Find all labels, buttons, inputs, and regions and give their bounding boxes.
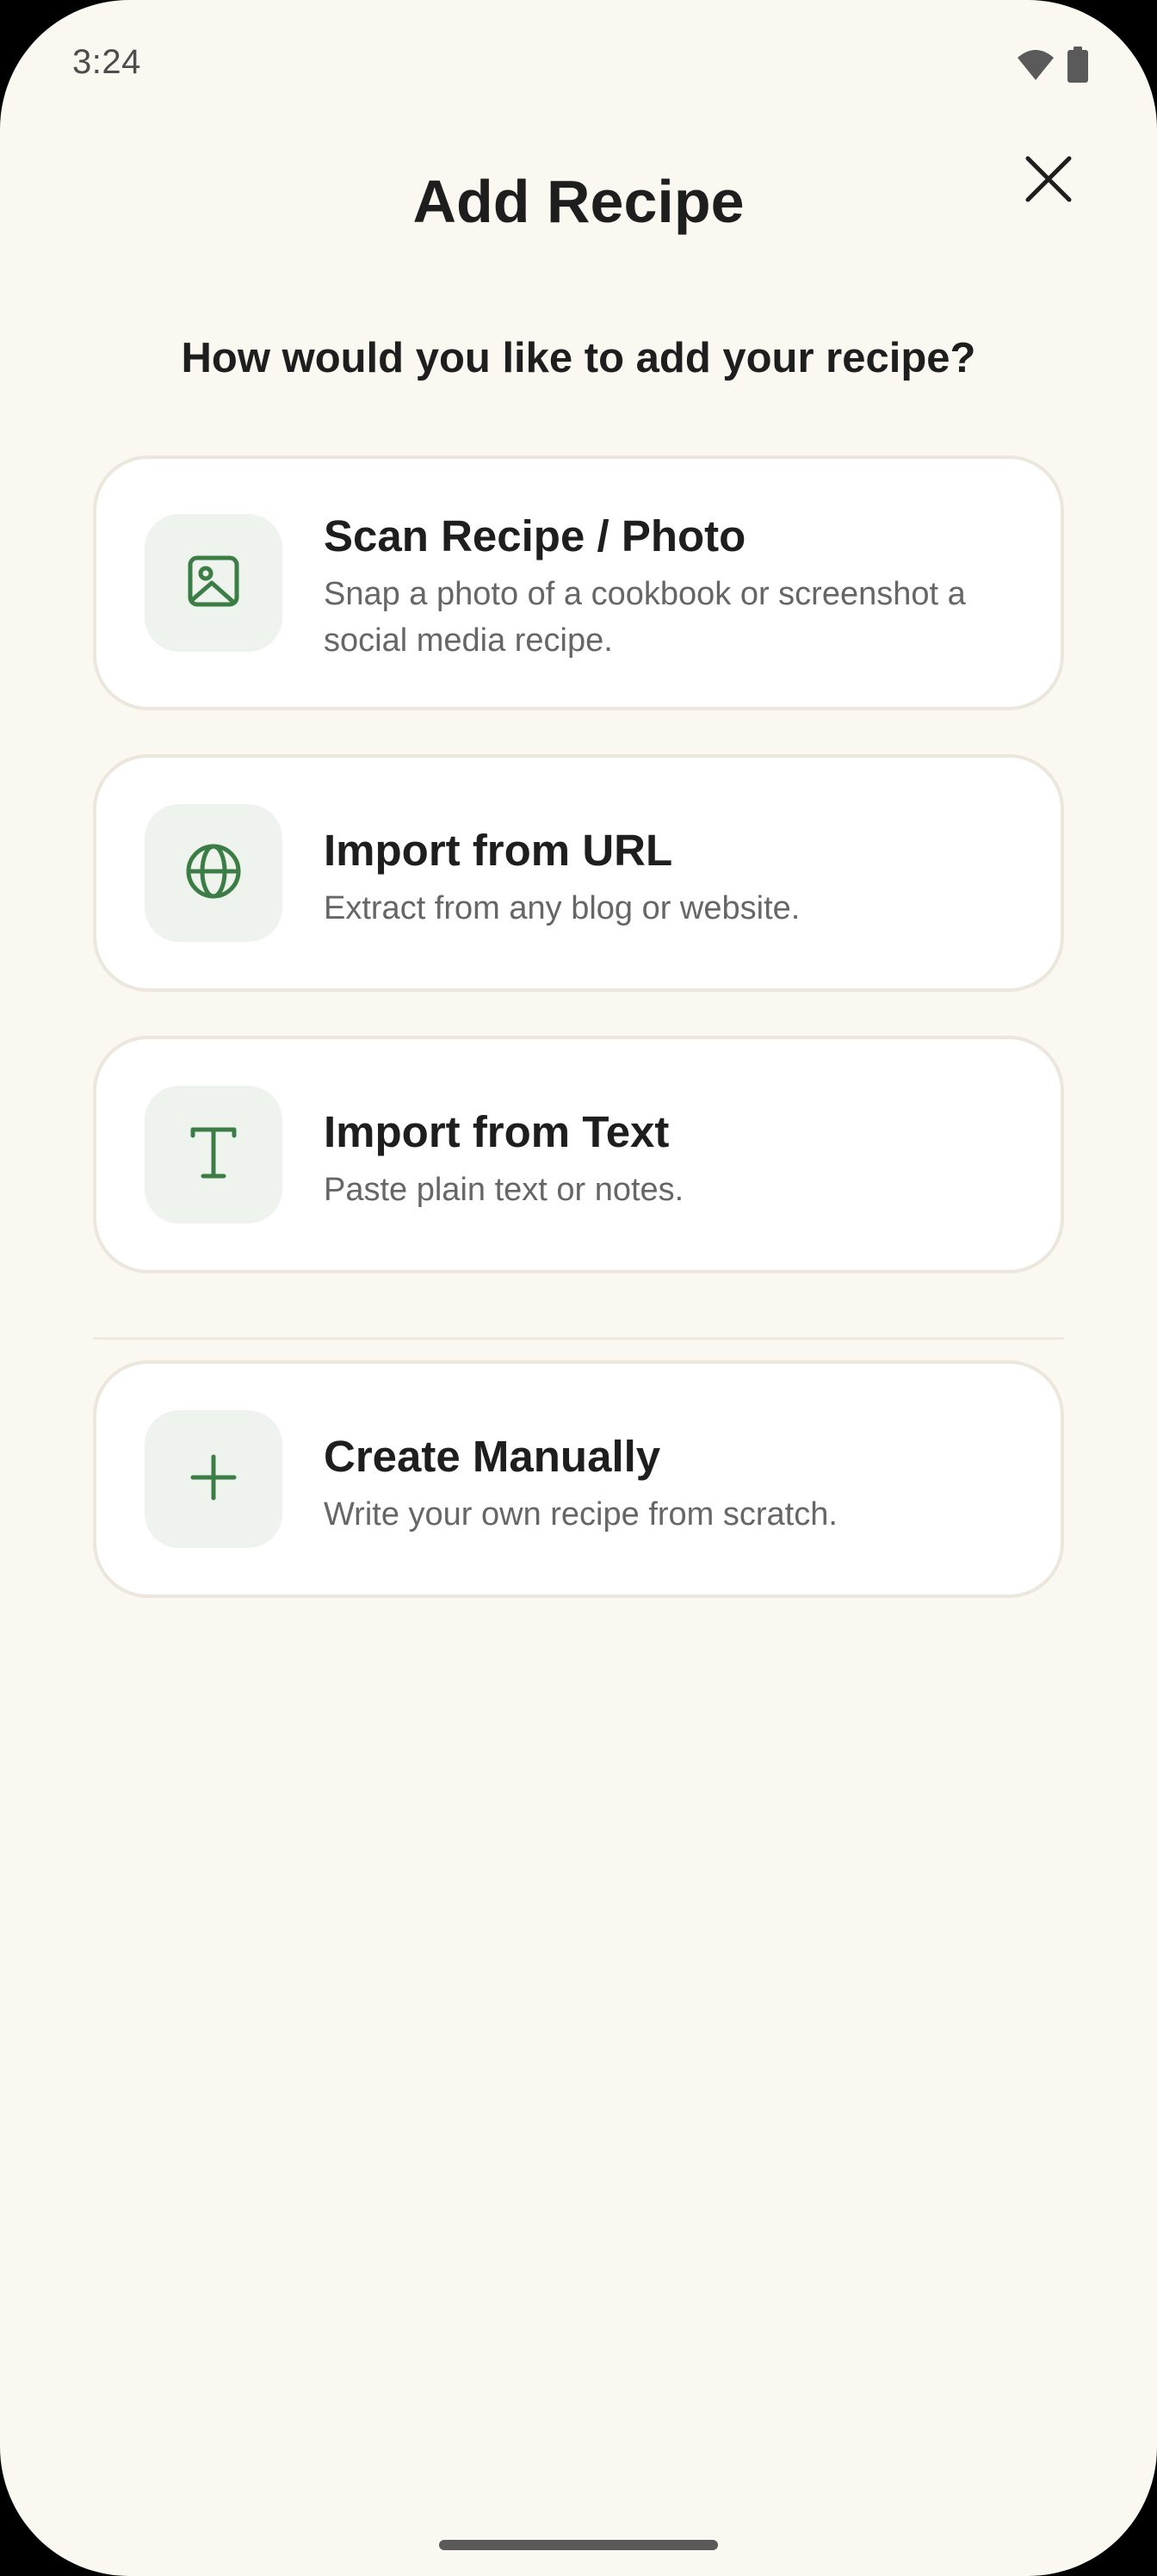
- image-icon: [186, 554, 241, 613]
- prompt-text: How would you like to add your recipe?: [181, 335, 976, 381]
- icon-tile: [145, 1086, 282, 1223]
- option-text: Scan Recipe / Photo Snap a photo of a co…: [324, 511, 1009, 664]
- option-description: Snap a photo of a cookbook or screenshot…: [324, 576, 966, 659]
- option-description: Paste plain text or notes.: [324, 1172, 684, 1208]
- globe-icon: [184, 842, 243, 905]
- home-indicator[interactable]: [439, 2540, 718, 2550]
- option-import-url[interactable]: Import from URL Extract from any blog or…: [93, 754, 1064, 992]
- close-button[interactable]: [1016, 148, 1081, 214]
- status-bar: 3:24: [0, 0, 1157, 129]
- option-title: Import from URL: [324, 826, 673, 875]
- icon-tile: [145, 1410, 282, 1548]
- option-title: Create Manually: [324, 1432, 661, 1481]
- wifi-icon: [1016, 47, 1055, 86]
- option-description: Extract from any blog or website.: [324, 890, 801, 926]
- text-icon: [188, 1125, 239, 1185]
- plus-icon: [189, 1453, 238, 1506]
- battery-icon: [1067, 46, 1088, 87]
- option-text: Import from Text Paste plain text or not…: [324, 1106, 1009, 1213]
- option-title: Import from Text: [324, 1107, 670, 1156]
- icon-tile: [145, 514, 282, 652]
- option-description: Write your own recipe from scratch.: [324, 1496, 838, 1533]
- option-text: Import from URL Extract from any blog or…: [324, 825, 1009, 932]
- close-icon: [1024, 155, 1073, 207]
- icon-tile: [145, 804, 282, 942]
- option-title: Scan Recipe / Photo: [324, 511, 746, 560]
- status-time: 3:24: [72, 43, 141, 81]
- option-scan-recipe[interactable]: Scan Recipe / Photo Snap a photo of a co…: [93, 455, 1064, 710]
- add-recipe-screen: 3:24 Add Recipe How would you like to ad…: [0, 0, 1157, 2576]
- section-divider: [93, 1337, 1064, 1340]
- option-import-text[interactable]: Import from Text Paste plain text or not…: [93, 1036, 1064, 1273]
- page-title: Add Recipe: [412, 168, 745, 235]
- option-text: Create Manually Write your own recipe fr…: [324, 1431, 1009, 1538]
- option-create-manually[interactable]: Create Manually Write your own recipe fr…: [93, 1360, 1064, 1598]
- status-icons: [1016, 46, 1088, 87]
